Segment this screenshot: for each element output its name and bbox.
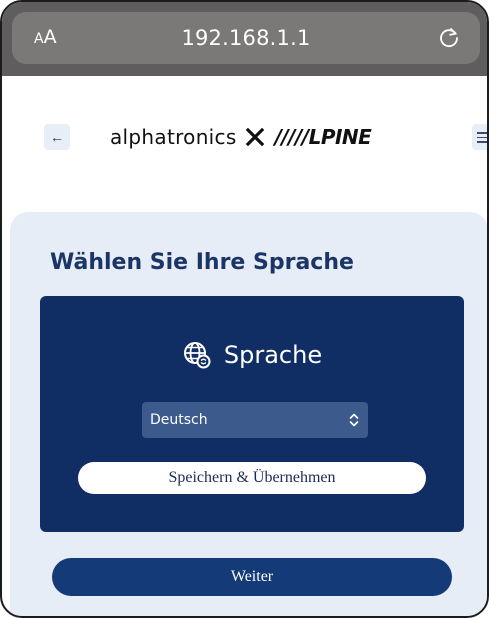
back-button[interactable]: ← (44, 124, 70, 150)
language-heading: Sprache (40, 340, 464, 370)
page-title: Wählen Sie Ihre Sprache (50, 250, 354, 275)
address-bar[interactable]: AA 192.168.1.1 (12, 12, 480, 64)
text-size-small-label: A (34, 31, 44, 47)
chevron-up-down-icon (349, 413, 359, 427)
site-header: ← alphatronics /////LPINE (2, 76, 487, 194)
language-select[interactable]: Deutsch (142, 402, 368, 438)
browser-toolbar: AA 192.168.1.1 (2, 2, 487, 76)
text-size-button[interactable]: AA (34, 26, 57, 48)
reload-icon[interactable] (436, 25, 462, 51)
logo-alphatronics: alphatronics (110, 125, 237, 149)
brand-logo: alphatronics /////LPINE (110, 122, 372, 152)
text-size-big-label: A (43, 26, 57, 48)
back-arrow-icon: ← (50, 129, 64, 145)
url-text[interactable]: 192.168.1.1 (181, 26, 310, 50)
logo-cross-icon (245, 127, 264, 147)
language-panel: Sprache Deutsch Speichern & Übernehmen (40, 296, 464, 532)
globe-icon (183, 342, 211, 369)
language-heading-label: Sprache (223, 341, 323, 369)
save-apply-button[interactable]: Speichern & Übernehmen (78, 462, 426, 494)
continue-button[interactable]: Weiter (52, 558, 452, 596)
phone-frame: AA 192.168.1.1 ← alphatronics /////LPINE… (0, 0, 489, 618)
language-select-value: Deutsch (150, 412, 208, 428)
hamburger-menu-icon[interactable] (472, 124, 487, 150)
logo-alpine: /////LPINE (274, 125, 372, 149)
